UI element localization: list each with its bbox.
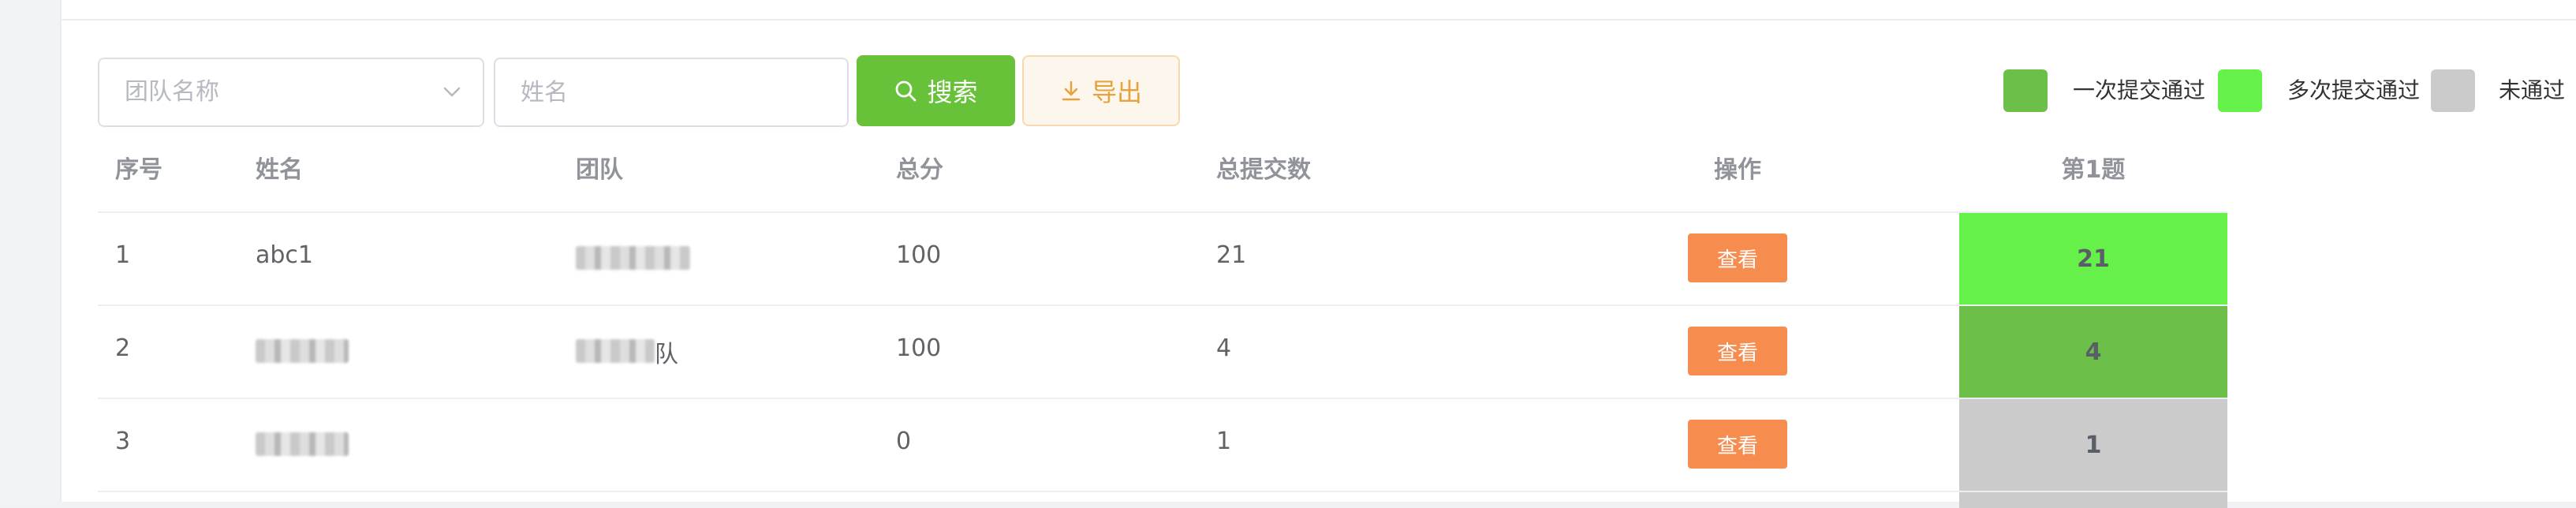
legend-label-multi-pass: 多次提交通过 xyxy=(2287,77,2421,103)
row1-q1-value: 21 xyxy=(2077,245,2110,273)
row2-view-button[interactable]: 查看 xyxy=(1688,327,1787,375)
left-sidebar xyxy=(0,0,62,502)
row-divider xyxy=(98,304,2227,306)
name-search-input[interactable] xyxy=(494,58,849,127)
row3-view-button[interactable]: 查看 xyxy=(1688,420,1787,469)
row2-submissions: 4 xyxy=(1216,334,1232,362)
export-button[interactable]: 导出 xyxy=(1022,55,1180,126)
legend-label-first-pass: 一次提交通过 xyxy=(2073,77,2206,103)
header-divider xyxy=(98,211,2227,213)
team-name-select[interactable]: 团队名称 xyxy=(98,58,484,127)
row-divider xyxy=(98,398,2227,399)
row1-submissions: 21 xyxy=(1216,241,1247,269)
column-header-q1: 第1题 xyxy=(2061,156,2126,184)
row1-name: abc1 xyxy=(256,241,314,269)
row2-name-redacted xyxy=(256,339,349,363)
team-name-select-placeholder: 团队名称 xyxy=(125,78,219,106)
search-button[interactable]: 搜索 xyxy=(857,55,1015,126)
row2-index: 2 xyxy=(115,334,131,362)
row2-q1-value: 4 xyxy=(2085,338,2102,366)
legend-swatch-multi-pass xyxy=(2218,69,2262,112)
column-header-score: 总分 xyxy=(896,156,943,184)
row2-team-redacted xyxy=(576,339,655,363)
column-header-team: 团队 xyxy=(576,156,623,184)
column-header-submissions: 总提交数 xyxy=(1216,156,1311,184)
top-header-bar xyxy=(62,0,2576,21)
column-header-name: 姓名 xyxy=(256,156,303,184)
row2-team: 队 xyxy=(655,341,678,368)
row1-team-redacted xyxy=(576,246,690,270)
row1-q1-cell: 21 xyxy=(1959,213,2227,304)
legend-label-failed: 未通过 xyxy=(2499,77,2566,103)
row3-score: 0 xyxy=(896,428,912,455)
row3-q1-cell: 1 xyxy=(1959,399,2227,491)
column-header-index: 序号 xyxy=(115,156,162,184)
legend-swatch-failed xyxy=(2431,69,2475,112)
search-icon xyxy=(896,80,917,102)
export-button-label: 导出 xyxy=(1091,77,1142,107)
row-divider xyxy=(98,491,2227,492)
row3-name-redacted xyxy=(256,432,349,456)
main-panel: 团队名称 搜索 导出 一次提交通过 多次提交通过 未通过 序号 姓名 团队 总分… xyxy=(62,21,2576,508)
download-icon xyxy=(1062,80,1081,101)
row2-q1-cell: 4 xyxy=(1959,306,2227,398)
row2-score: 100 xyxy=(896,334,942,362)
row1-index: 1 xyxy=(115,241,131,269)
row4-q1-cell xyxy=(1959,492,2227,508)
legend-swatch-first-pass xyxy=(2003,69,2048,112)
row1-score: 100 xyxy=(896,241,942,269)
chevron-down-icon xyxy=(443,87,461,97)
column-header-action: 操作 xyxy=(1714,156,1761,184)
search-button-label: 搜索 xyxy=(927,77,978,107)
row3-submissions: 1 xyxy=(1216,428,1232,455)
row1-view-button[interactable]: 查看 xyxy=(1688,233,1787,282)
row3-index: 3 xyxy=(115,428,131,455)
row3-q1-value: 1 xyxy=(2085,431,2102,459)
